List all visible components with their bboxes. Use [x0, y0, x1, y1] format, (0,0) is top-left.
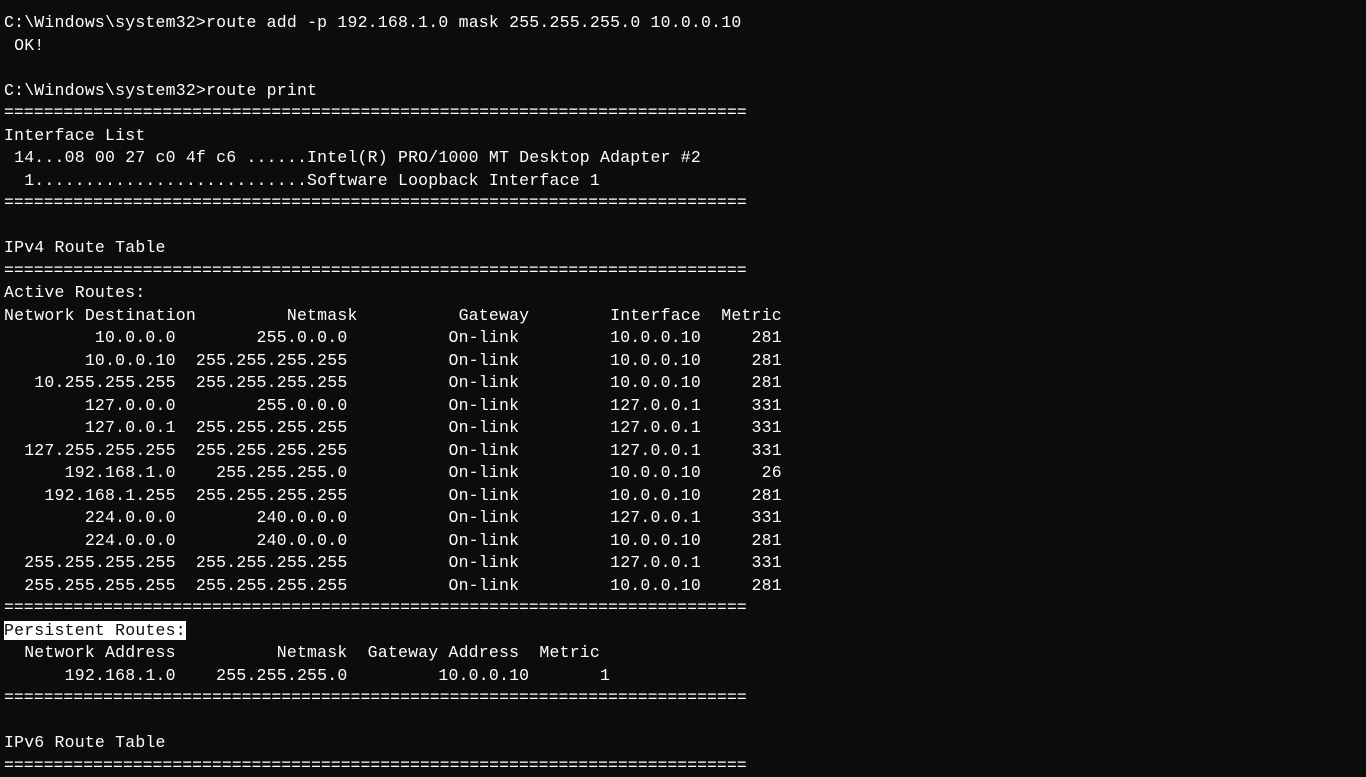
active-route-row: 127.255.255.255 255.255.255.255 On-link … — [0, 441, 786, 460]
prompt-text: C:\Windows\system32> — [4, 13, 206, 32]
interface-list-header: Interface List — [0, 126, 149, 145]
active-routes-header: Active Routes: — [0, 283, 149, 302]
separator-line: ========================================… — [0, 598, 751, 617]
interface-list-row: 1...........................Software Loo… — [0, 171, 604, 190]
active-route-row: 255.255.255.255 255.255.255.255 On-link … — [0, 576, 786, 595]
terminal-output[interactable]: C:\Windows\system32>route add -p 192.168… — [0, 12, 1366, 777]
ipv4-route-table-header: IPv4 Route Table — [0, 238, 170, 257]
active-route-row: 127.0.0.0 255.0.0.0 On-link 127.0.0.1 33… — [0, 396, 786, 415]
active-routes-column-header: Network Destination Netmask Gateway Inte… — [0, 306, 786, 325]
prompt-line-1: C:\Windows\system32>route add -p 192.168… — [0, 13, 745, 32]
active-route-row: 10.0.0.10 255.255.255.255 On-link 10.0.0… — [0, 351, 786, 370]
command-text: route print — [206, 81, 317, 100]
separator-line: ========================================… — [0, 103, 751, 122]
active-route-row: 255.255.255.255 255.255.255.255 On-link … — [0, 553, 786, 572]
separator-line: ========================================… — [0, 688, 751, 707]
separator-line: ========================================… — [0, 261, 751, 280]
active-route-row: 224.0.0.0 240.0.0.0 On-link 127.0.0.1 33… — [0, 508, 786, 527]
active-route-row: 10.0.0.0 255.0.0.0 On-link 10.0.0.10 281 — [0, 328, 786, 347]
active-route-row: 10.255.255.255 255.255.255.255 On-link 1… — [0, 373, 786, 392]
persistent-routes-header: Persistent Routes: — [0, 621, 190, 640]
separator-line: ========================================… — [0, 193, 751, 212]
persistent-route-row: 192.168.1.0 255.255.255.0 10.0.0.10 1 — [0, 666, 614, 685]
interface-list-row: 14...08 00 27 c0 4f c6 ......Intel(R) PR… — [0, 148, 705, 167]
active-route-row: 192.168.1.0 255.255.255.0 On-link 10.0.0… — [0, 463, 786, 482]
command-text: route add -p 192.168.1.0 mask 255.255.25… — [206, 13, 741, 32]
prompt-text: C:\Windows\system32> — [4, 81, 206, 100]
persistent-routes-column-header: Network Address Netmask Gateway Address … — [0, 643, 604, 662]
ipv6-route-table-header: IPv6 Route Table — [0, 733, 170, 752]
active-route-row: 192.168.1.255 255.255.255.255 On-link 10… — [0, 486, 786, 505]
separator-line: ========================================… — [0, 756, 751, 775]
active-route-row: 127.0.0.1 255.255.255.255 On-link 127.0.… — [0, 418, 786, 437]
prompt-line-2: C:\Windows\system32>route print — [0, 81, 321, 100]
ok-output: OK! — [0, 36, 48, 55]
active-route-row: 224.0.0.0 240.0.0.0 On-link 10.0.0.10 28… — [0, 531, 786, 550]
